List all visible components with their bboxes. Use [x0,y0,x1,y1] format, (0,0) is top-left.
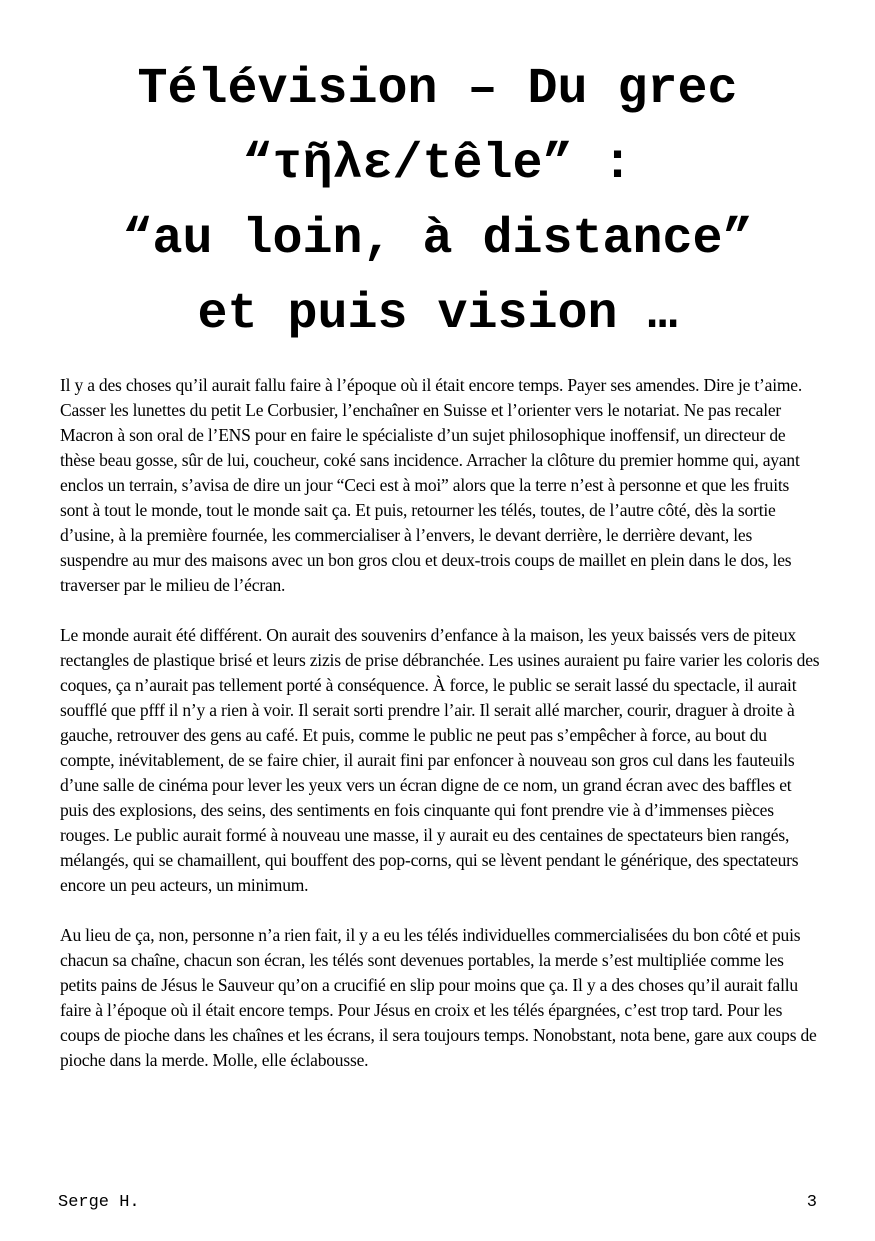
title-line-3: “au loin, à distance” [122,211,753,268]
page-number: 3 [806,1193,817,1212]
title-line-2: “τῆλε/têle” : [242,136,633,193]
title-line-1: Télévision – Du grec [137,61,738,118]
page-title: Télévision – Du grec “τῆλε/têle” : “au l… [0,52,875,352]
paragraph-1: Il y a des choses qu’il aurait fallu fai… [60,375,803,595]
paragraph-3: Au lieu de ça, non, personne n’a rien fa… [60,925,817,1070]
article-body: Il y a des choses qu’il aurait fallu fai… [60,373,820,1098]
title-line-4: et puis vision … [197,286,678,343]
paragraph-2: Le monde aurait été différent. On aurait… [60,625,820,895]
footer-author: Serge H. [58,1193,140,1212]
